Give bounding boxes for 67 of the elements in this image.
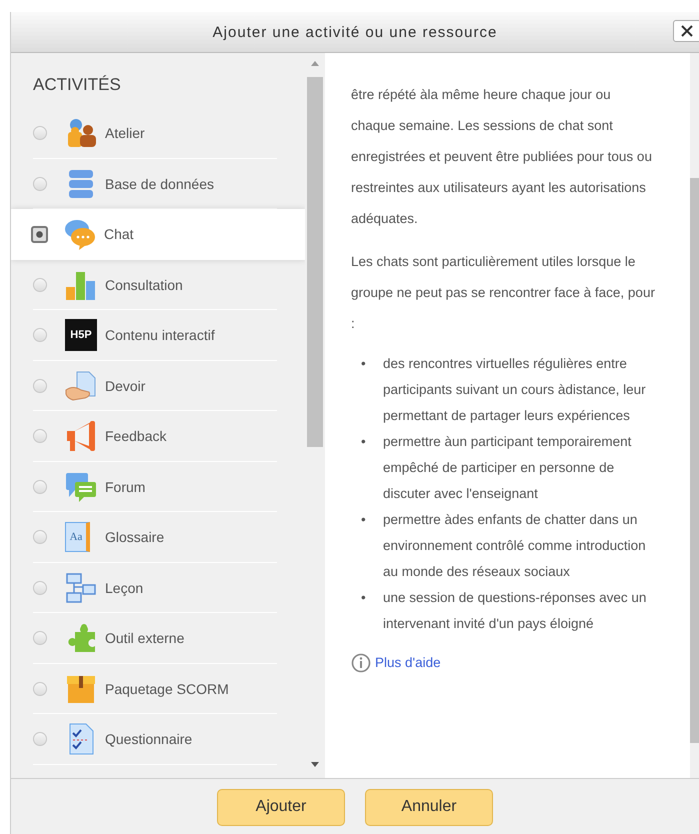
forum-icon [65, 470, 97, 503]
bullet-mark: • [360, 355, 367, 373]
activity-label: Paquetage SCORM [105, 680, 229, 697]
activity-label: Devoir [105, 378, 146, 394]
dialog-title: Ajouter une activité ou une ressource [212, 24, 498, 40]
radio-button[interactable] [33, 530, 47, 544]
radio-button[interactable] [31, 226, 48, 243]
activity-item[interactable]: Feedback [11, 411, 305, 462]
radio-button[interactable] [33, 126, 47, 140]
activity-label: Leçon [105, 580, 144, 596]
lesson-icon [65, 572, 97, 604]
help-link[interactable]: Plus d'aide [375, 647, 441, 678]
section-heading: ACTIVITÉS [33, 75, 122, 95]
info-icon [351, 652, 371, 672]
bullet-mark: • [360, 589, 367, 607]
radio-button[interactable] [33, 176, 47, 191]
scroll-down-icon [311, 762, 319, 767]
activity-item[interactable]: Chat [11, 209, 305, 260]
activity-item[interactable]: Leçon [11, 562, 305, 613]
activity-item[interactable]: Consultation [11, 260, 305, 310]
radio-button[interactable] [33, 580, 47, 595]
scroll-up-icon [311, 61, 319, 66]
radio-button[interactable] [33, 480, 47, 494]
help-paragraph: être répété àla même heure chaque jour ou chaque semaine. Les sessions de chat sont enregistrées et peuvent être publiées pour tous ou restreintes aux utilisateurs ayant les autorisations adéquates. [351, 86, 653, 228]
people-icon [65, 117, 97, 150]
radio-button[interactable] [33, 328, 47, 342]
scrollbar-thumb[interactable] [307, 77, 323, 447]
scrollbar-thumb[interactable] [690, 178, 699, 743]
radio-button[interactable] [33, 378, 47, 393]
activity-label: Contenu interactif [105, 327, 215, 344]
radio-button[interactable] [33, 278, 47, 292]
radio-button[interactable] [33, 732, 47, 746]
activity-item[interactable]: H5P Contenu interactif [11, 310, 305, 360]
bullet-mark: • [360, 433, 367, 451]
activity-item[interactable]: Outil externe [11, 613, 305, 664]
close-button[interactable] [673, 20, 699, 42]
radio-button[interactable] [33, 631, 47, 646]
close-icon [681, 25, 693, 37]
activity-item[interactable]: Base de données [11, 158, 305, 209]
activity-item[interactable]: Devoir [11, 360, 305, 411]
cancel-button[interactable]: Annuler [365, 788, 493, 826]
glossary-icon: Aa [65, 522, 90, 552]
activity-item[interactable]: Paquetage SCORM [11, 664, 305, 714]
activity-item[interactable]: Questionnaire [11, 714, 305, 764]
scrollbar[interactable] [690, 53, 699, 778]
logo-icon: H5P [65, 319, 97, 352]
activity-label: Atelier [105, 125, 145, 142]
activity-label: Feedback [105, 428, 166, 444]
radio-button[interactable] [33, 429, 47, 444]
activity-label: Questionnaire [105, 731, 192, 748]
radio-button[interactable] [33, 682, 47, 696]
help-paragraph: Les chats sont particulièrement utiles lorsque le groupe ne peut pas se rencontrer face à face, pour : [351, 253, 656, 333]
activity-label: Glossaire [105, 529, 164, 546]
activity-label: Consultation [105, 276, 183, 293]
megaphone-icon [65, 420, 97, 452]
activity-label: Forum [105, 478, 146, 495]
activity-item[interactable]: Aa Glossaire [11, 512, 305, 562]
add-button[interactable]: Ajouter [217, 788, 345, 826]
activity-label: Outil externe [105, 630, 184, 646]
hand-icon [65, 370, 97, 402]
activity-label: Base de données [105, 176, 214, 192]
bullet-mark: • [360, 511, 367, 529]
bullet-item: une session de questions-réponses avec un intervenant invité d'un pays éloigné [383, 589, 648, 633]
chat-icon [64, 218, 96, 250]
activity-item[interactable]: Forum [11, 462, 305, 512]
activity-item[interactable]: Atelier [11, 108, 305, 158]
activity-label: Chat [104, 226, 134, 242]
